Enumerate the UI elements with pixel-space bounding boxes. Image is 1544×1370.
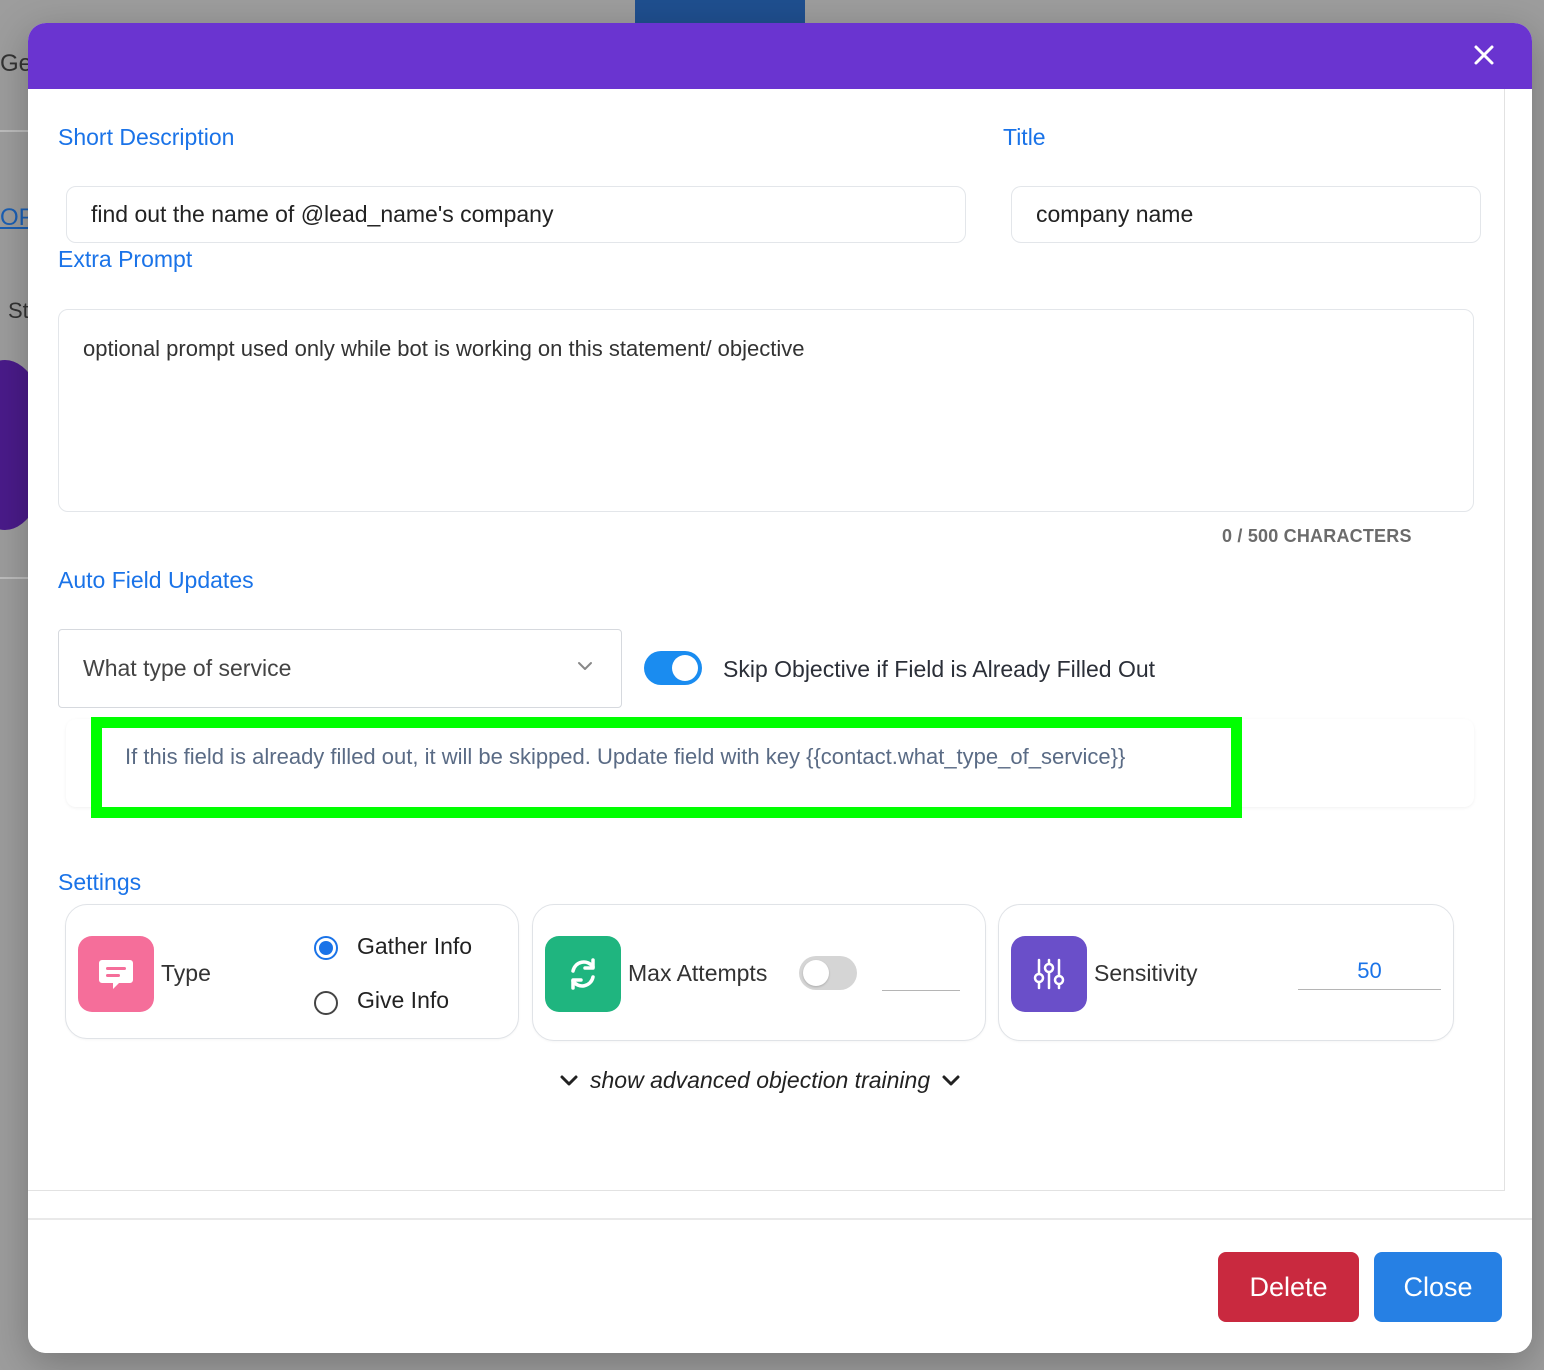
max-attempts-label: Max Attempts xyxy=(628,960,768,986)
chevron-down-icon xyxy=(942,1075,960,1085)
give-info-radio[interactable] xyxy=(314,991,338,1015)
show-advanced-link[interactable]: show advanced objection training xyxy=(558,1067,962,1094)
auto-field-updates-label: Auto Field Updates xyxy=(58,567,254,593)
toggle-knob xyxy=(672,655,698,681)
max-attempts-input[interactable] xyxy=(882,961,960,991)
sensitivity-label: Sensitivity xyxy=(1094,960,1198,986)
chevron-down-icon xyxy=(560,1075,578,1085)
auto-field-info-text: If this field is already filled out, it … xyxy=(125,744,1126,769)
give-info-label: Give Info xyxy=(357,987,450,1013)
short-description-value: find out the name of @lead_name's compan… xyxy=(91,201,554,227)
short-description-input[interactable]: find out the name of @lead_name's compan… xyxy=(66,186,966,243)
short-description-label: Short Description xyxy=(58,124,235,150)
sliders-icon xyxy=(1011,936,1087,1012)
modal-header xyxy=(28,23,1532,89)
skip-objective-label: Skip Objective if Field is Already Fille… xyxy=(723,656,1156,682)
auto-field-select[interactable]: What type of service xyxy=(58,629,622,708)
objective-modal: Short Description find out the name of @… xyxy=(28,23,1532,1353)
delete-button[interactable]: Delete xyxy=(1218,1252,1359,1322)
title-value: company name xyxy=(1036,201,1194,227)
type-card: Type Gather Info Give Info xyxy=(65,904,519,1039)
title-label: Title xyxy=(1003,124,1046,150)
skip-objective-toggle[interactable] xyxy=(644,651,702,685)
toggle-knob xyxy=(803,960,829,986)
title-input[interactable]: company name xyxy=(1011,186,1481,243)
auto-field-selected-value: What type of service xyxy=(83,655,292,681)
max-attempts-card: Max Attempts xyxy=(532,904,986,1041)
gather-info-label: Gather Info xyxy=(357,933,473,959)
gather-info-radio[interactable] xyxy=(314,936,338,960)
close-button[interactable]: Close xyxy=(1374,1252,1502,1322)
sensitivity-input[interactable]: 50 xyxy=(1298,958,1441,990)
chat-message-icon xyxy=(78,936,154,1012)
sensitivity-card: Sensitivity 50 xyxy=(998,904,1454,1041)
extra-prompt-label: Extra Prompt xyxy=(58,246,193,272)
background-active-tab xyxy=(635,0,805,24)
show-advanced-label: show advanced objection training xyxy=(590,1067,931,1093)
settings-label: Settings xyxy=(58,869,142,895)
modal-body: Short Description find out the name of @… xyxy=(28,89,1505,1191)
background-text: St xyxy=(8,298,29,323)
extra-prompt-textarea[interactable]: optional prompt used only while bot is w… xyxy=(58,309,1474,512)
type-label: Type xyxy=(161,960,211,986)
close-icon[interactable] xyxy=(1466,37,1502,73)
extra-prompt-text: optional prompt used only while bot is w… xyxy=(83,336,805,361)
refresh-icon xyxy=(545,936,621,1012)
modal-footer: Delete Close xyxy=(28,1218,1532,1353)
max-attempts-toggle[interactable] xyxy=(799,956,857,990)
character-count: 0 / 500 CHARACTERS xyxy=(1222,526,1412,546)
chevron-down-icon xyxy=(578,662,592,670)
